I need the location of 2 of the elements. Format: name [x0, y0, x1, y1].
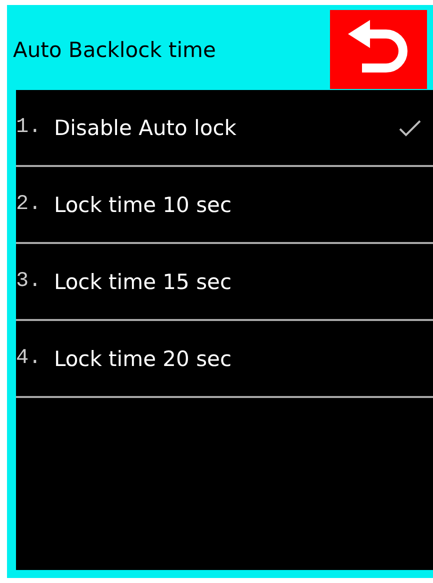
back-button[interactable] [330, 10, 427, 88]
screen-title: Auto Backlock time [13, 38, 216, 62]
